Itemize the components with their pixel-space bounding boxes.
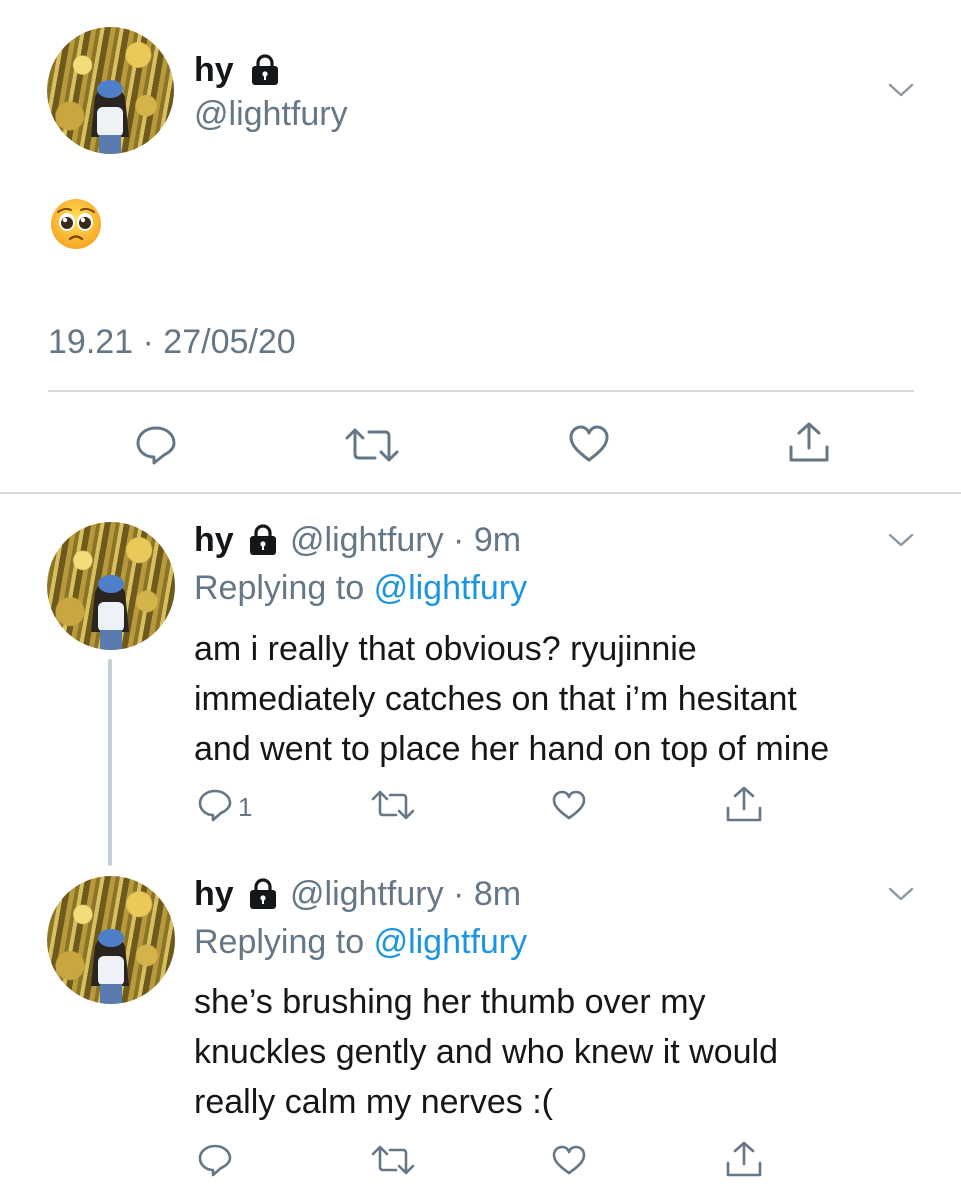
chevron-down-icon[interactable] bbox=[886, 80, 916, 100]
separator-dot: · bbox=[453, 521, 465, 559]
retweet-icon[interactable] bbox=[370, 788, 416, 822]
reply-icon[interactable] bbox=[134, 424, 178, 466]
pleading-face-emoji bbox=[51, 199, 101, 249]
like-icon[interactable] bbox=[551, 1144, 587, 1176]
tweet-text-line: really calm my nerves :( bbox=[194, 1083, 553, 1121]
tweet-text-line: she’s brushing her thumb over my bbox=[194, 983, 706, 1021]
replying-to: Replying to @lightfury bbox=[194, 568, 527, 608]
avatar[interactable] bbox=[47, 876, 175, 1004]
tweet-text-line: am i really that obvious? ryujinnie bbox=[194, 630, 697, 668]
relative-time[interactable]: 8m bbox=[474, 875, 521, 913]
tweet-text-line: and went to place her hand on top of min… bbox=[194, 730, 830, 768]
replying-to: Replying to @lightfury bbox=[194, 922, 527, 962]
lock-icon bbox=[250, 878, 276, 909]
display-name[interactable]: hy bbox=[194, 50, 234, 90]
avatar[interactable] bbox=[47, 522, 175, 650]
replying-to-handle[interactable]: @lightfury bbox=[374, 569, 528, 607]
chevron-down-icon[interactable] bbox=[886, 530, 916, 550]
tweet-text: am i really that obvious? ryujinnie imme… bbox=[194, 624, 829, 774]
handle[interactable]: @lightfury bbox=[290, 875, 444, 913]
tweet-text-line: knuckles gently and who knew it would bbox=[194, 1033, 778, 1071]
relative-time[interactable]: 9m bbox=[474, 521, 521, 559]
handle-and-time: @lightfury · 8m bbox=[290, 874, 521, 914]
handle[interactable]: @lightfury bbox=[290, 521, 444, 559]
separator-dot: · bbox=[453, 875, 465, 913]
like-icon[interactable] bbox=[551, 789, 587, 821]
share-icon[interactable] bbox=[786, 420, 832, 466]
timestamp[interactable]: 19.21 · 27/05/20 bbox=[48, 322, 296, 362]
like-icon[interactable] bbox=[567, 424, 611, 464]
display-name[interactable]: hy bbox=[194, 521, 234, 559]
chevron-down-icon[interactable] bbox=[886, 884, 916, 904]
divider bbox=[48, 390, 914, 392]
display-name[interactable]: hy bbox=[194, 875, 234, 913]
tweet-header: hy bbox=[194, 874, 234, 914]
reply-icon[interactable] bbox=[197, 1143, 233, 1177]
retweet-icon[interactable] bbox=[370, 1143, 416, 1177]
lock-icon bbox=[252, 54, 278, 85]
lock-icon bbox=[250, 524, 276, 555]
share-icon[interactable] bbox=[724, 1140, 764, 1180]
replying-to-label: Replying to bbox=[194, 923, 365, 961]
handle-and-time: @lightfury · 9m bbox=[290, 520, 521, 560]
tweet-header: hy bbox=[194, 520, 234, 560]
share-icon[interactable] bbox=[724, 785, 764, 825]
avatar[interactable] bbox=[47, 27, 174, 154]
replying-to-label: Replying to bbox=[194, 569, 365, 607]
replying-to-handle[interactable]: @lightfury bbox=[374, 923, 528, 961]
tweet-text: she’s brushing her thumb over my knuckle… bbox=[194, 977, 778, 1127]
reply-icon[interactable] bbox=[197, 788, 233, 822]
retweet-icon[interactable] bbox=[343, 424, 401, 466]
tweet-text-line: immediately catches on that i’m hesitant bbox=[194, 680, 797, 718]
reply-count: 1 bbox=[238, 792, 253, 822]
section-divider bbox=[0, 492, 961, 494]
thread-line bbox=[108, 659, 112, 866]
handle[interactable]: @lightfury bbox=[194, 94, 348, 134]
